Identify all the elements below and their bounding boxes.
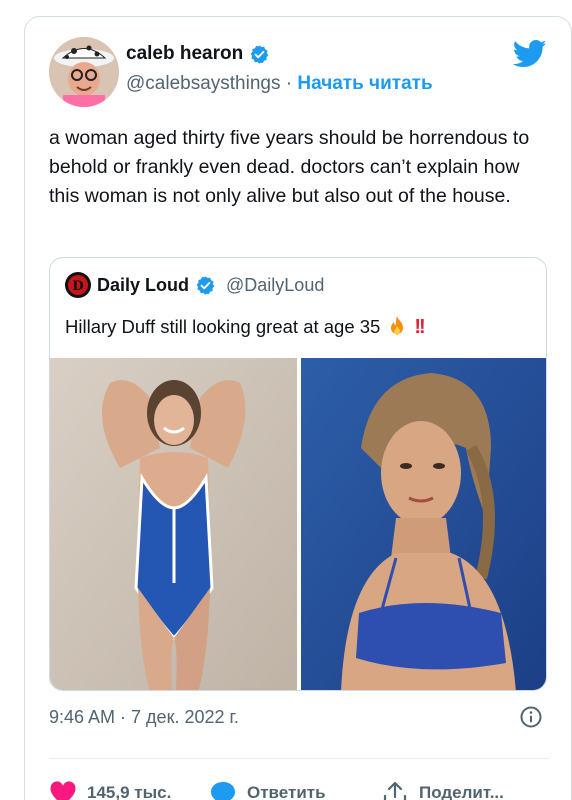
tweet-timestamp[interactable]: 9:46 AM · 7 дек. 2022 г. xyxy=(49,707,239,728)
tweet-card: caleb hearon @calebsaysthings · Начать ч… xyxy=(24,16,572,800)
quoted-author-name[interactable]: Daily Loud xyxy=(97,275,189,296)
quoted-tweet-text-row: Hillary Duff still looking great at age … xyxy=(65,315,426,339)
author-name-text[interactable]: caleb hearon xyxy=(126,43,243,65)
photo-left[interactable] xyxy=(50,358,297,690)
quoted-tweet-text: Hillary Duff still looking great at age … xyxy=(65,316,381,337)
quoted-author-handle[interactable]: @DailyLoud xyxy=(226,275,324,296)
action-bar: 145,9 тыс. Ответить Поделит... xyxy=(49,777,549,800)
like-count: 145,9 тыс. xyxy=(87,783,172,800)
author-handle[interactable]: @calebsaysthings xyxy=(126,73,280,94)
verified-badge-icon xyxy=(250,44,269,64)
double-exclamation-icon: !! xyxy=(414,315,425,338)
like-button[interactable]: 145,9 тыс. xyxy=(49,780,209,800)
reply-button[interactable]: Ответить xyxy=(209,780,381,800)
follow-button[interactable]: Начать читать xyxy=(297,73,432,94)
tweet-text: a woman aged thirty five years should be… xyxy=(49,127,530,207)
reply-bubble-icon xyxy=(211,782,235,800)
quoted-tweet-media xyxy=(50,358,546,690)
fire-icon xyxy=(391,316,404,335)
share-button[interactable]: Поделит... xyxy=(381,780,549,800)
svg-text:D: D xyxy=(72,279,83,294)
heart-icon xyxy=(50,781,76,800)
verified-badge-icon xyxy=(196,275,215,295)
share-icon xyxy=(383,781,407,800)
author-name[interactable]: caleb hearon xyxy=(126,43,270,65)
reply-label: Ответить xyxy=(247,783,326,800)
quoted-tweet-header: D Daily Loud @DailyLoud xyxy=(65,272,324,298)
photo-right[interactable] xyxy=(301,358,546,690)
info-icon[interactable] xyxy=(519,705,543,729)
quoted-author-avatar[interactable]: D xyxy=(65,272,91,298)
separator-dot: · xyxy=(285,73,293,94)
author-avatar[interactable] xyxy=(49,37,119,107)
twitter-bird-icon[interactable] xyxy=(513,39,547,69)
quoted-tweet[interactable]: D Daily Loud @DailyLoud Hillary Duff sti… xyxy=(49,257,547,691)
divider xyxy=(49,758,549,759)
author-handle-row: @calebsaysthings · Начать читать xyxy=(126,73,433,95)
share-label: Поделит... xyxy=(419,783,504,800)
